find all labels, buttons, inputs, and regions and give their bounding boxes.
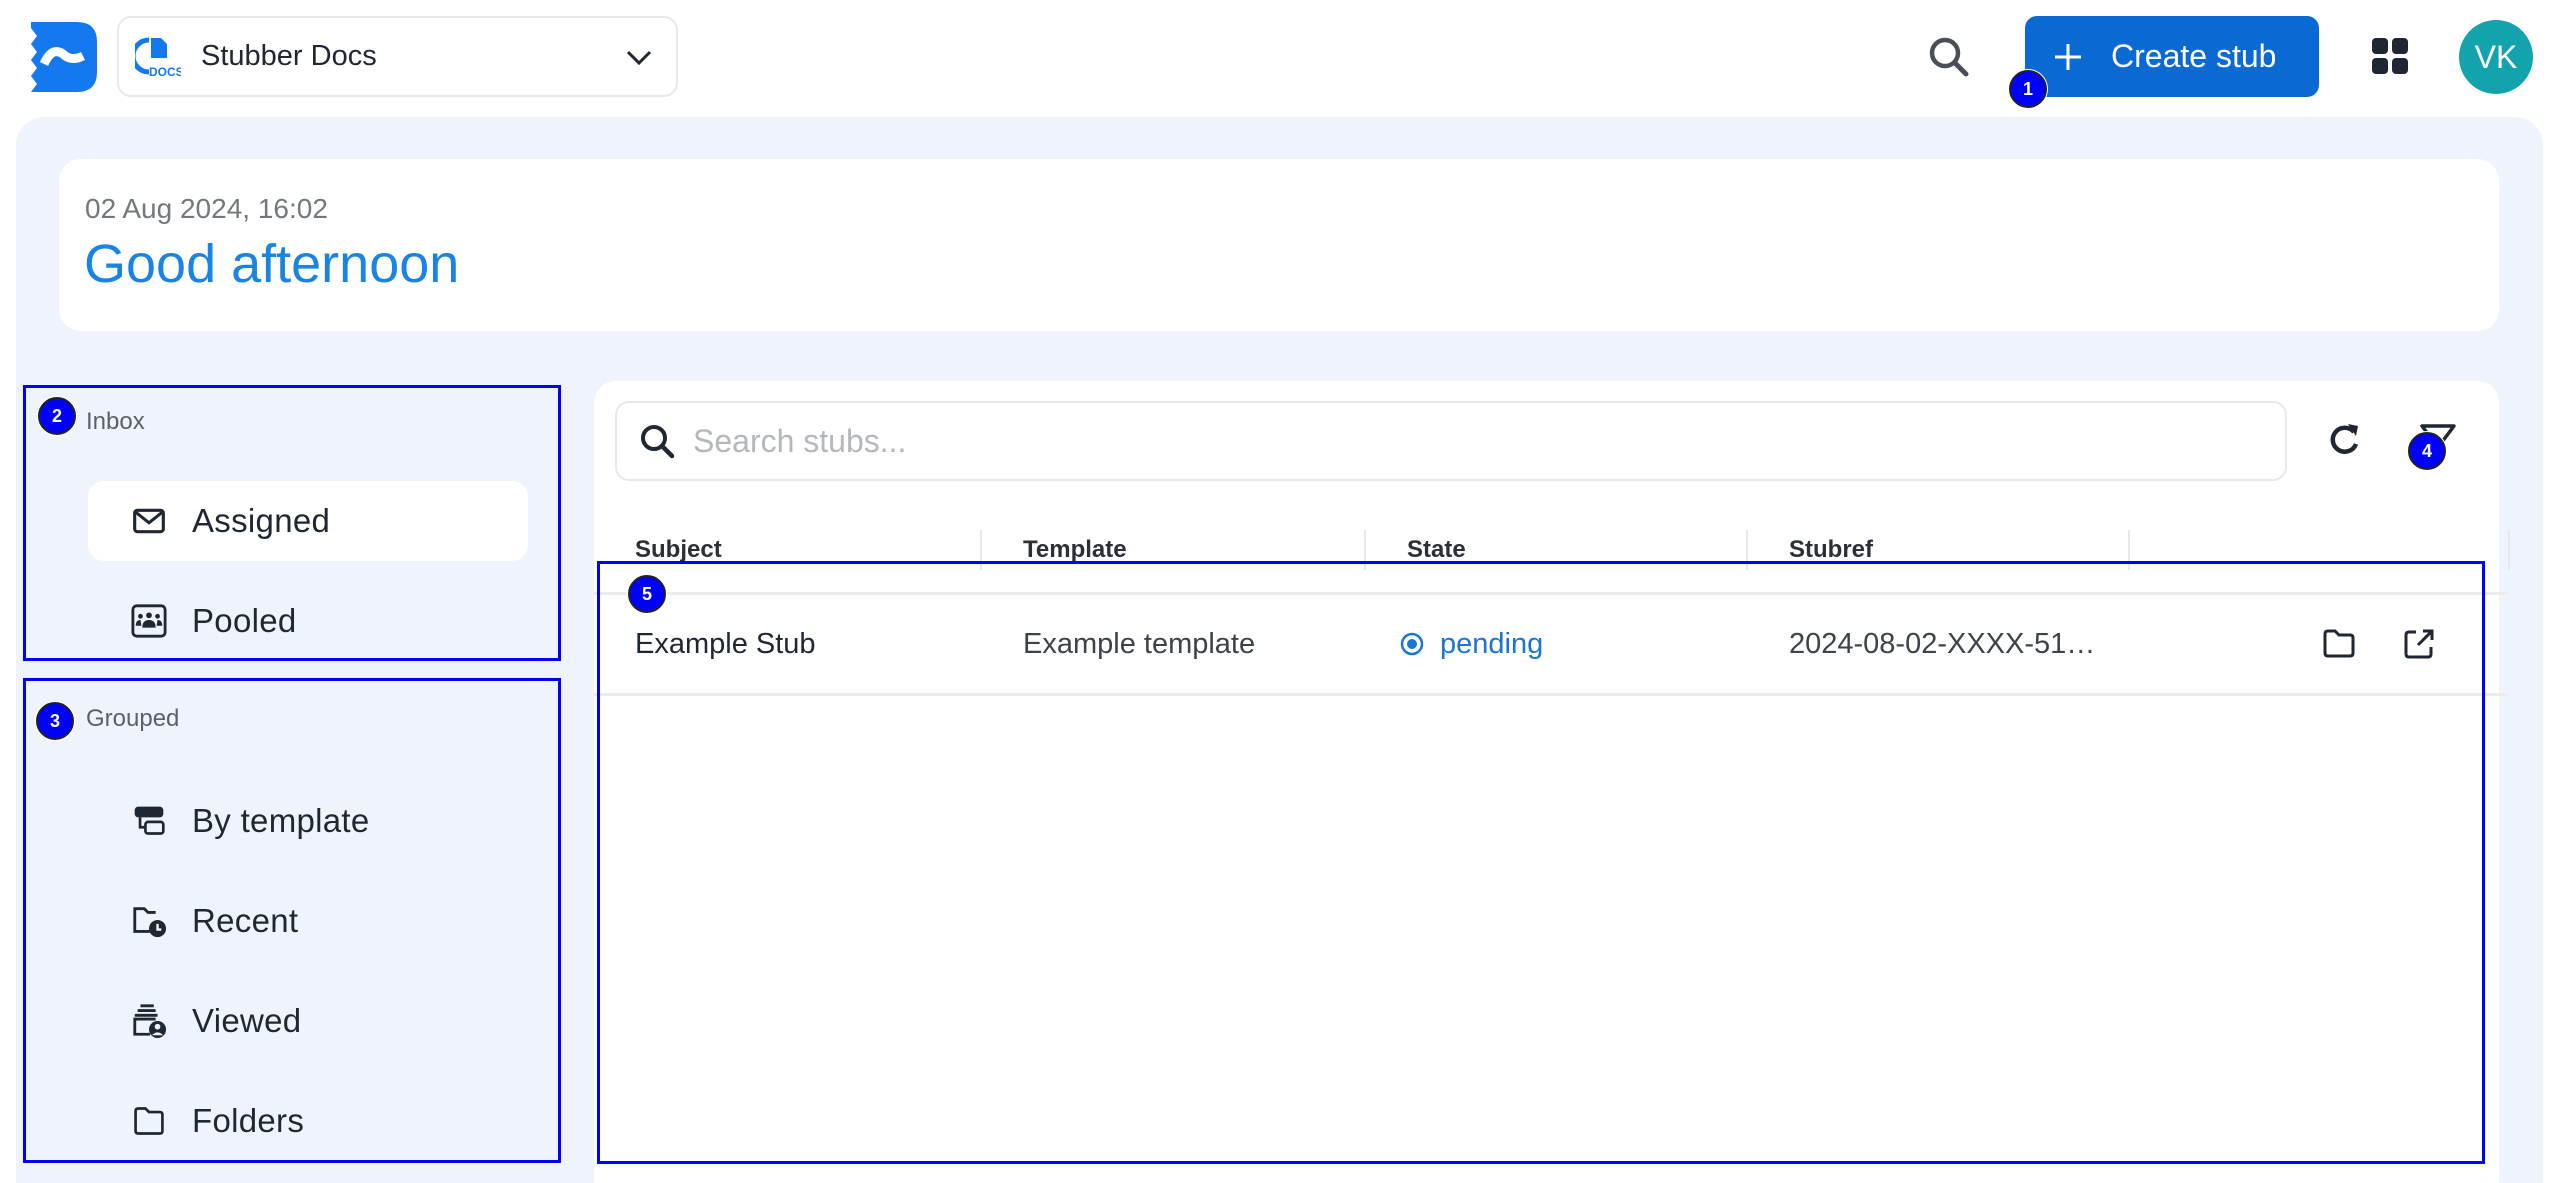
apps-grid-icon [2372,38,2408,74]
sidebar-item-label: Viewed [192,1002,302,1039]
sidebar-item-recent[interactable]: Recent [88,881,528,961]
folder-icon [130,1102,168,1140]
folder-clock-icon [130,902,168,940]
group-icon [130,602,168,640]
sidebar-item-by-template[interactable]: By template [88,781,528,861]
chevron-down-icon [624,42,654,72]
search-icon [637,421,677,461]
avatar-initials: VK [2474,38,2518,75]
sidebar-item-label: By template [192,802,370,839]
sidebar-item-label: Folders [192,1102,305,1139]
app-selector-label: Stubber Docs [201,40,377,72]
create-stub-button[interactable]: Create stub [2025,16,2319,97]
annotation-badge-1: 1 [2009,70,2047,108]
filter-button[interactable]: 4 [2408,420,2458,470]
grouped-heading: Grouped [86,705,180,732]
stubber-logo-icon [31,22,97,92]
user-avatar[interactable]: VK [2459,20,2533,94]
annotation-badge-4: 4 [2408,432,2446,470]
stub-search-field[interactable] [615,401,2287,481]
plus-icon [2053,42,2083,72]
stubber-logo[interactable] [27,22,97,92]
sidebar-item-pooled[interactable]: Pooled [88,581,528,661]
greeting-card: 02 Aug 2024, 16:02 Good afternoon [59,159,2499,331]
svg-text:DOCS: DOCS [149,65,181,79]
inbox-heading: Inbox [86,408,145,435]
sidebar-item-viewed[interactable]: Viewed [88,981,528,1061]
refresh-icon [2330,424,2359,454]
apps-menu-button[interactable] [2370,36,2410,76]
sidebar-item-folders[interactable]: Folders [88,1081,528,1161]
search-icon [1929,37,1969,77]
sidebar-item-label: Pooled [192,602,297,639]
stack-user-icon [130,1002,168,1040]
template-icon [130,802,168,840]
sidebar-grouped-group: Grouped By template Recent Viewed Folder… [23,678,561,1163]
sidebar-item-label: Recent [192,902,299,939]
envelope-icon [130,502,168,540]
stub-search-input[interactable] [693,422,2285,460]
annotation-badge-5: 5 [628,575,666,613]
create-stub-label: Create stub [2111,38,2277,74]
docs-app-icon: DOCS [130,34,184,80]
global-search-button[interactable] [1926,34,1972,80]
sidebar-item-assigned[interactable]: Assigned [88,481,528,561]
greeting-title: Good afternoon [84,234,460,294]
greeting-date: 02 Aug 2024, 16:02 [85,193,328,224]
annotation-badge-3: 3 [36,702,74,740]
refresh-button[interactable] [2324,420,2364,460]
sidebar-inbox-group: Inbox Assigned Pooled 2 [23,385,561,661]
annotation-badge-2: 2 [38,397,76,435]
column-divider [2508,530,2510,570]
stubs-list-region: 5 [597,561,2485,1164]
sidebar-item-label: Assigned [192,502,331,539]
app-selector[interactable]: DOCS Stubber Docs [117,16,678,97]
